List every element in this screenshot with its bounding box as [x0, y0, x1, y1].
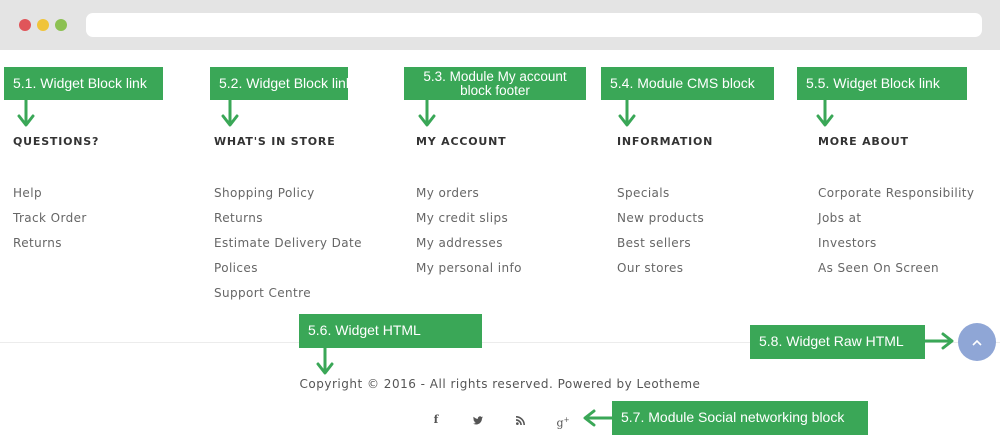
footer-column-questions: QUESTIONS? Help Track Order Returns: [13, 132, 203, 260]
link-list: Shopping Policy Returns Estimate Deliver…: [214, 185, 404, 310]
footer-link[interactable]: As Seen On Screen: [818, 260, 1000, 285]
footer-link[interactable]: Track Order: [13, 210, 203, 235]
column-title: MORE ABOUT: [818, 135, 909, 148]
annotation-line: 5.3. Module My account: [423, 69, 567, 84]
browser-chrome: [0, 0, 1000, 50]
annotation-label: 5.6. Widget HTML: [299, 314, 482, 348]
footer-column-my-account: MY ACCOUNT My orders My credit slips My …: [416, 132, 606, 285]
footer-link[interactable]: Help: [13, 185, 203, 210]
footer-column-whats-in-store: WHAT'S IN STORE Shopping Policy Returns …: [214, 132, 404, 310]
footer-link[interactable]: Support Centre: [214, 285, 404, 310]
annotation-label: 5.7. Module Social networking block: [612, 401, 868, 435]
footer-link[interactable]: My addresses: [416, 235, 606, 260]
maximize-window-dot[interactable]: [55, 19, 67, 31]
link-list: My orders My credit slips My addresses M…: [416, 185, 606, 285]
link-list: Help Track Order Returns: [13, 185, 203, 260]
column-title: WHAT'S IN STORE: [214, 135, 336, 148]
annotation-label: 5.2. Widget Block link: [210, 67, 353, 100]
annotation-line: block footer: [460, 83, 530, 98]
footer-link[interactable]: Shopping Policy: [214, 185, 404, 210]
footer-link[interactable]: Returns: [13, 235, 203, 260]
footer-link[interactable]: Our stores: [617, 260, 807, 285]
annotation-label: 5.4. Module CMS block: [601, 67, 774, 100]
close-window-dot[interactable]: [19, 19, 31, 31]
footer-link[interactable]: My orders: [416, 185, 606, 210]
annotation-label: 5.3. Module My account block footer: [404, 67, 586, 100]
minimize-window-dot[interactable]: [37, 19, 49, 31]
annotation-label: 5.5. Widget Block link: [797, 67, 967, 100]
footer-link[interactable]: Investors: [818, 235, 1000, 260]
column-title: MY ACCOUNT: [416, 135, 507, 148]
footer-link[interactable]: Returns: [214, 210, 404, 235]
copyright-text: Copyright © 2016 - All rights reserved. …: [299, 377, 701, 391]
facebook-icon[interactable]: f: [426, 410, 446, 430]
footer-link[interactable]: Jobs at: [818, 210, 1000, 235]
address-bar[interactable]: [86, 13, 982, 37]
back-to-top-button[interactable]: [958, 323, 996, 361]
footer-link[interactable]: Best sellers: [617, 235, 807, 260]
footer-column-more-about: MORE ABOUT Corporate Responsibility Jobs…: [818, 132, 1000, 285]
footer-link[interactable]: New products: [617, 210, 807, 235]
google-plus-icon[interactable]: g+: [553, 410, 573, 430]
footer-link[interactable]: My credit slips: [416, 210, 606, 235]
link-list: Specials New products Best sellers Our s…: [617, 185, 807, 285]
footer-column-information: INFORMATION Specials New products Best s…: [617, 132, 807, 285]
twitter-icon[interactable]: [468, 410, 488, 430]
footer-link[interactable]: Specials: [617, 185, 807, 210]
footer-link[interactable]: My personal info: [416, 260, 606, 285]
annotation-label: 5.1. Widget Block link: [4, 67, 163, 100]
footer-link[interactable]: Estimate Delivery Date: [214, 235, 404, 260]
rss-icon[interactable]: [510, 410, 530, 430]
column-title: INFORMATION: [617, 135, 714, 148]
annotation-label: 5.8. Widget Raw HTML: [750, 325, 925, 359]
chevron-up-icon: [972, 334, 982, 350]
column-title: QUESTIONS?: [13, 135, 100, 148]
footer-link[interactable]: Polices: [214, 260, 404, 285]
link-list: Corporate Responsibility Jobs at Investo…: [818, 185, 1000, 285]
footer-link[interactable]: Corporate Responsibility: [818, 185, 1000, 210]
